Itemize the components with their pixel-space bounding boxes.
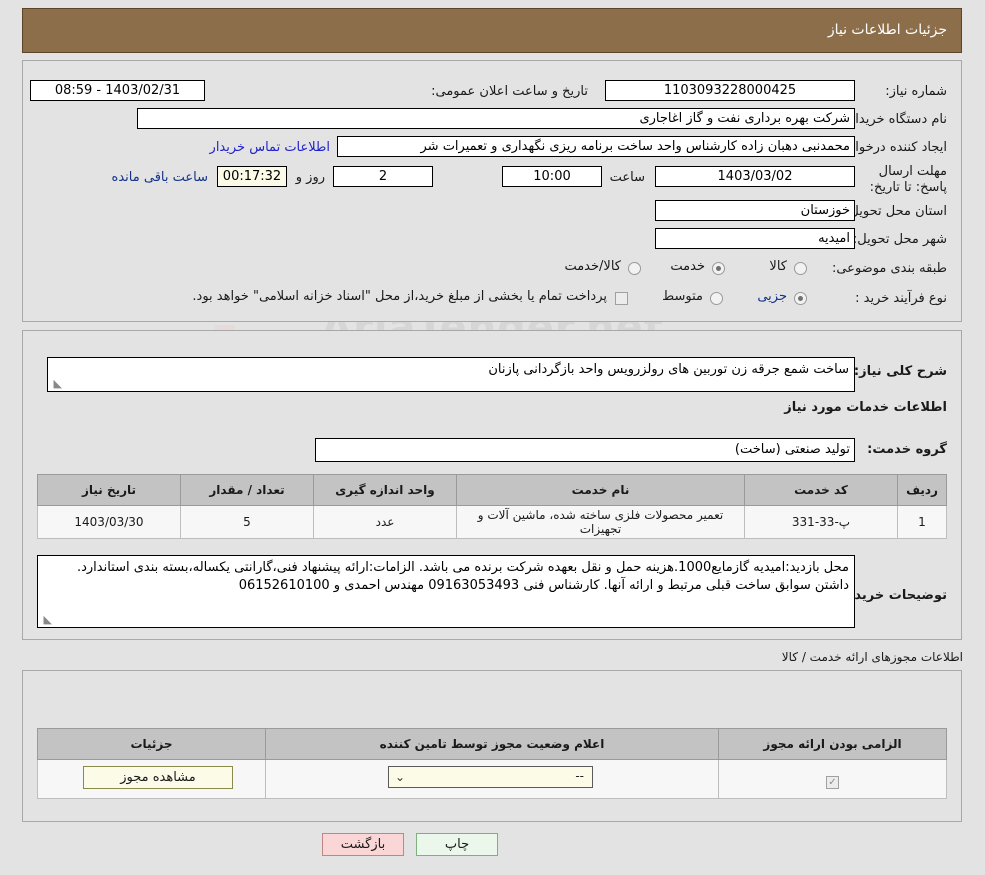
page-root: AriaTender.net جزئیات اطلاعات نیاز شماره…: [0, 0, 985, 875]
td-date: 1403/03/30: [37, 505, 181, 539]
services-table-header-row: ردیف کد خدمت نام خدمت واحد اندازه گیری ت…: [37, 474, 947, 506]
radio-category-khedmat[interactable]: [712, 262, 725, 275]
deadline-hour-value: 10:00: [502, 166, 602, 187]
td-unit: عدد: [313, 505, 457, 539]
td-row: 1: [897, 505, 947, 539]
buyer-notes-value: محل بازدید:امیدیه گازمایع1000.هزینه حمل …: [76, 560, 849, 593]
radio-process-motevaset[interactable]: [710, 292, 723, 305]
resize-grip-icon[interactable]: ◣: [50, 378, 62, 390]
resize-grip-icon-notes[interactable]: ◣: [40, 614, 52, 626]
payment-note-checkbox[interactable]: [615, 292, 628, 305]
general-desc-value: ساخت شمع جرقه زن توربین های رولزرویس واح…: [488, 362, 849, 377]
th-qty: تعداد / مقدار: [180, 474, 314, 506]
announce-datetime-value: 1403/02/31 - 08:59: [30, 80, 205, 101]
td-license-status: -- ⌄: [265, 759, 719, 799]
th-license-status: اعلام وضعیت مجوز توسط تامین کننده: [265, 728, 719, 760]
table-row: ✓ -- ⌄ مشاهده مجوز: [37, 759, 947, 799]
service-group-value: تولید صنعتی (ساخت): [315, 438, 855, 462]
licenses-table-header-row: الزامی بودن ارائه مجوز اعلام وضعیت مجوز …: [37, 728, 947, 760]
table-row: 1 پ-33-331 تعمیر محصولات فلزی ساخته شده،…: [37, 505, 947, 539]
radio-category-kala[interactable]: [794, 262, 807, 275]
radio-process-jozi[interactable]: [794, 292, 807, 305]
province-label: استان محل تحویل:: [845, 204, 947, 219]
buyer-org-value: شرکت بهره برداری نفت و گاز اغاجاری: [137, 108, 855, 129]
process-type-label: نوع فرآیند خرید :: [855, 291, 947, 306]
td-qty: 5: [180, 505, 314, 539]
services-section-title: اطلاعات خدمات مورد نیاز: [784, 400, 947, 415]
general-desc-label: شرح کلی نیاز:: [853, 364, 947, 379]
days-remaining-value: 2: [333, 166, 433, 187]
deadline-label: مهلت ارسال پاسخ: تا تاریخ:: [869, 164, 947, 195]
td-license-required: ✓: [718, 759, 947, 799]
print-button[interactable]: چاپ: [416, 833, 498, 856]
license-status-value: --: [575, 769, 584, 783]
th-license-details: جزئیات: [37, 728, 266, 760]
th-date: تاریخ نیاز: [37, 474, 181, 506]
td-code: پ-33-331: [744, 505, 898, 539]
payment-note-text: پرداخت تمام یا بخشی از مبلغ خرید،از محل …: [192, 289, 607, 304]
radio-label-category-1: خدمت: [670, 259, 705, 274]
days-remaining-label: روز و: [295, 170, 325, 185]
need-number-value: 1103093228000425: [605, 80, 855, 101]
need-number-label: شماره نیاز:: [885, 84, 947, 99]
radio-category-kala-khedmat[interactable]: [628, 262, 641, 275]
th-license-required: الزامی بودن ارائه مجوز: [718, 728, 947, 760]
services-table: ردیف کد خدمت نام خدمت واحد اندازه گیری ت…: [37, 474, 947, 539]
radio-label-category-2: کالا/خدمت: [564, 259, 621, 274]
page-title: جزئیات اطلاعات نیاز: [827, 22, 947, 38]
th-unit: واحد اندازه گیری: [313, 474, 457, 506]
province-value: خوزستان: [655, 200, 855, 221]
radio-label-process-1: متوسط: [662, 289, 703, 304]
radio-label-category-0: کالا: [769, 259, 787, 274]
hours-remaining-label: ساعت باقی مانده: [111, 170, 208, 185]
deadline-hour-label: ساعت: [609, 170, 645, 185]
countdown-timer: 00:17:32: [217, 166, 287, 187]
chevron-down-icon: ⌄: [395, 770, 406, 784]
radio-label-process-0: جزیی: [757, 289, 787, 304]
licenses-table: الزامی بودن ارائه مجوز اعلام وضعیت مجوز …: [37, 728, 947, 799]
page-header: جزئیات اطلاعات نیاز: [22, 8, 962, 53]
announce-datetime-label: تاریخ و ساعت اعلان عمومی:: [431, 84, 588, 99]
service-group-label: گروه خدمت:: [867, 442, 947, 457]
general-desc-textarea[interactable]: ساخت شمع جرقه زن توربین های رولزرویس واح…: [47, 357, 855, 392]
view-license-button[interactable]: مشاهده مجوز: [83, 766, 233, 789]
th-row: ردیف: [897, 474, 947, 506]
buyer-notes-textarea[interactable]: محل بازدید:امیدیه گازمایع1000.هزینه حمل …: [37, 555, 855, 628]
td-name: تعمیر محصولات فلزی ساخته شده، ماشین آلات…: [456, 505, 745, 539]
request-creator-value: محمدنبی دهبان زاده کارشناس واحد ساخت برن…: [337, 136, 855, 157]
th-code: کد خدمت: [744, 474, 898, 506]
license-status-select[interactable]: -- ⌄: [388, 766, 593, 788]
licenses-section-title: اطلاعات مجوزهای ارائه خدمت / کالا: [781, 650, 963, 664]
td-license-details: مشاهده مجوز: [37, 759, 266, 799]
category-label: طبقه بندی موضوعی:: [831, 261, 947, 276]
deadline-date-value: 1403/03/02: [655, 166, 855, 187]
buyer-org-label: نام دستگاه خریدار:: [844, 112, 947, 127]
buyer-contact-link[interactable]: اطلاعات تماس خریدار: [210, 140, 330, 155]
back-button[interactable]: بازگشت: [322, 833, 404, 856]
license-required-checkbox: ✓: [826, 775, 839, 789]
th-name: نام خدمت: [456, 474, 745, 506]
city-label: شهر محل تحویل:: [852, 232, 947, 247]
city-value: امیدیه: [655, 228, 855, 249]
